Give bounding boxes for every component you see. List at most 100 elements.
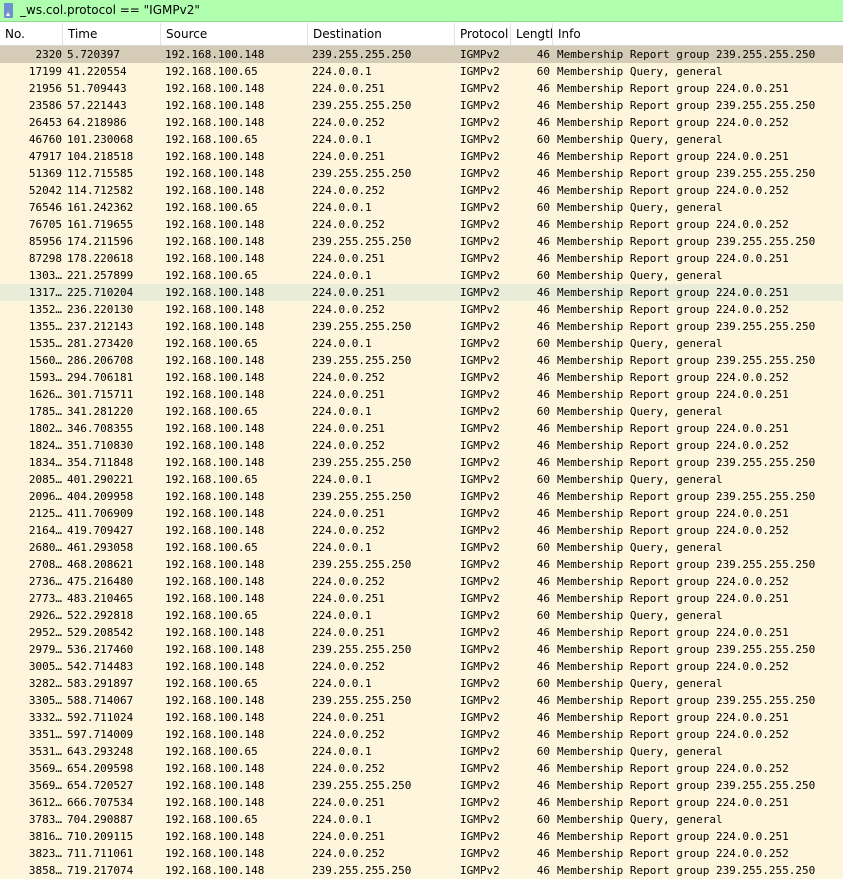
table-row[interactable]: 2979… 536.217460 192.168.100.148 239.255.25…	[0, 641, 843, 658]
table-row[interactable]: 1824… 351.710830 192.168.100.148 224.0.0.25…	[0, 437, 843, 454]
column-header-protocol[interactable]: Protocol	[455, 23, 511, 45]
table-row[interactable]: 1802… 346.708355 192.168.100.148 224.0.0.25…	[0, 420, 843, 437]
table-row[interactable]: 17199 41.220554 192.168.100.65 224.0.0.1 IGM…	[0, 63, 843, 80]
table-row[interactable]: 3005… 542.714483 192.168.100.148 224.0.0.25…	[0, 658, 843, 675]
packet-protocol: IGMPv2	[460, 99, 500, 112]
packet-protocol: IGMPv2	[460, 711, 500, 724]
table-row[interactable]: 3858… 719.217074 192.168.100.148 239.255.25…	[0, 862, 843, 879]
table-row[interactable]: 76705 161.719655 192.168.100.148 224.0.0.25…	[0, 216, 843, 233]
display-filter-input[interactable]: _ws.col.protocol == "IGMPv2"	[20, 3, 200, 17]
packet-list-header: No. Time Source Destination Protocol Len…	[0, 23, 843, 46]
table-row[interactable]: 2680… 461.293058 192.168.100.65 224.0.0.1 IG…	[0, 539, 843, 556]
packet-number: 1355…	[28, 320, 62, 333]
packet-protocol: IGMPv2	[460, 439, 500, 452]
table-row[interactable]: 1303… 221.257899 192.168.100.65 224.0.0.1 IG…	[0, 267, 843, 284]
column-header-no[interactable]: No.	[0, 23, 63, 45]
column-header-info[interactable]: Info	[553, 23, 843, 45]
table-row[interactable]: 26453 64.218986 192.168.100.148 224.0.0.252…	[0, 114, 843, 131]
bookmark-icon[interactable]	[4, 3, 13, 18]
table-row[interactable]: 3569… 654.720527 192.168.100.148 239.255.25…	[0, 777, 843, 794]
packet-info: Membership Report group 224.0.0.251	[557, 507, 789, 520]
column-header-destination[interactable]: Destination	[308, 23, 455, 45]
table-row[interactable]: 2952… 529.208542 192.168.100.148 224.0.0.25…	[0, 624, 843, 641]
packet-destination: 224.0.0.1	[312, 745, 372, 758]
packet-source: 192.168.100.65	[165, 541, 258, 554]
table-row[interactable]: 1355… 237.212143 192.168.100.148 239.255.25…	[0, 318, 843, 335]
table-row[interactable]: 23586 57.221443 192.168.100.148 239.255.255…	[0, 97, 843, 114]
table-row[interactable]: 3612… 666.707534 192.168.100.148 224.0.0.25…	[0, 794, 843, 811]
packet-info: Membership Query, general	[557, 405, 723, 418]
packet-destination: 224.0.0.251	[312, 507, 385, 520]
table-row[interactable]: 2085… 401.290221 192.168.100.65 224.0.0.1 IG…	[0, 471, 843, 488]
packet-protocol: IGMPv2	[460, 609, 500, 622]
packet-info: Membership Report group 224.0.0.252	[557, 184, 789, 197]
column-header-time[interactable]: Time	[63, 23, 161, 45]
packet-time: 41.220554	[67, 65, 127, 78]
table-row[interactable]: 85956 174.211596 192.168.100.148 239.255.25…	[0, 233, 843, 250]
packet-length: 46	[536, 592, 550, 605]
table-row[interactable]: 3332… 592.711024 192.168.100.148 224.0.0.25…	[0, 709, 843, 726]
table-row[interactable]: 1593… 294.706181 192.168.100.148 224.0.0.25…	[0, 369, 843, 386]
table-row[interactable]: 52042 114.712582 192.168.100.148 224.0.0.25…	[0, 182, 843, 199]
packet-protocol: IGMPv2	[460, 779, 500, 792]
table-row[interactable]: 3282… 583.291897 192.168.100.65 224.0.0.1 IG…	[0, 675, 843, 692]
packet-destination: 239.255.255.250	[312, 48, 412, 61]
packet-destination: 224.0.0.1	[312, 405, 372, 418]
packet-length: 46	[536, 303, 550, 316]
table-row[interactable]: 2773… 483.210465 192.168.100.148 224.0.0.25…	[0, 590, 843, 607]
packet-destination: 224.0.0.1	[312, 65, 372, 78]
packet-source: 192.168.100.148	[165, 779, 265, 792]
column-header-source[interactable]: Source	[161, 23, 308, 45]
packet-time: 64.218986	[67, 116, 127, 129]
packet-info: Membership Report group 224.0.0.251	[557, 422, 789, 435]
packet-source: 192.168.100.148	[165, 303, 265, 316]
table-row[interactable]: 2096… 404.209958 192.168.100.148 239.255.25…	[0, 488, 843, 505]
table-row[interactable]: 1535… 281.273420 192.168.100.65 224.0.0.1 IG…	[0, 335, 843, 352]
packet-destination: 239.255.255.250	[312, 167, 412, 180]
table-row[interactable]: 1785… 341.281220 192.168.100.65 224.0.0.1 IG…	[0, 403, 843, 420]
table-row[interactable]: 2164… 419.709427 192.168.100.148 224.0.0.25…	[0, 522, 843, 539]
packet-time: 719.217074	[67, 864, 134, 877]
table-row[interactable]: 1317… 225.710204 192.168.100.148 224.0.0.25…	[0, 284, 843, 301]
table-row[interactable]: 46760 101.230068 192.168.100.65 224.0.0.1 IG…	[0, 131, 843, 148]
packet-length: 46	[536, 490, 550, 503]
table-row[interactable]: 76546 161.242362 192.168.100.65 224.0.0.1 IG…	[0, 199, 843, 216]
packet-time: 57.221443	[67, 99, 127, 112]
table-row[interactable]: 47917 104.218518 192.168.100.148 224.0.0.25…	[0, 148, 843, 165]
packet-destination: 224.0.0.252	[312, 371, 385, 384]
display-filter-bar[interactable]: _ws.col.protocol == "IGMPv2"	[0, 0, 843, 22]
packet-time: 710.209115	[67, 830, 134, 843]
table-row[interactable]: 1352… 236.220130 192.168.100.148 224.0.0.25…	[0, 301, 843, 318]
packet-protocol: IGMPv2	[460, 541, 500, 554]
packet-source: 192.168.100.65	[165, 473, 258, 486]
table-row[interactable]: 2926… 522.292818 192.168.100.65 224.0.0.1 IG…	[0, 607, 843, 624]
packet-protocol: IGMPv2	[460, 626, 500, 639]
table-row[interactable]: 3531… 643.293248 192.168.100.65 224.0.0.1 IG…	[0, 743, 843, 760]
packet-protocol: IGMPv2	[460, 643, 500, 656]
table-row[interactable]: 1560… 286.206708 192.168.100.148 239.255.25…	[0, 352, 843, 369]
table-row[interactable]: 2736… 475.216480 192.168.100.148 224.0.0.25…	[0, 573, 843, 590]
packet-protocol: IGMPv2	[460, 847, 500, 860]
packet-destination: 224.0.0.1	[312, 473, 372, 486]
table-row[interactable]: 2708… 468.208621 192.168.100.148 239.255.25…	[0, 556, 843, 573]
packet-time: 114.712582	[67, 184, 134, 197]
table-row[interactable]: 21956 51.709443 192.168.100.148 224.0.0.251…	[0, 80, 843, 97]
table-row[interactable]: 3305… 588.714067 192.168.100.148 239.255.25…	[0, 692, 843, 709]
table-row[interactable]: 3783… 704.290887 192.168.100.65 224.0.0.1 IG…	[0, 811, 843, 828]
table-row[interactable]: 1626… 301.715711 192.168.100.148 224.0.0.25…	[0, 386, 843, 403]
packet-length: 46	[536, 320, 550, 333]
packet-length: 46	[536, 762, 550, 775]
column-header-length[interactable]: Lengtl	[511, 23, 553, 45]
packet-time: 588.714067	[67, 694, 134, 707]
packet-length: 46	[536, 354, 550, 367]
table-row[interactable]: 3569… 654.209598 192.168.100.148 224.0.0.25…	[0, 760, 843, 777]
table-row[interactable]: 87298 178.220618 192.168.100.148 224.0.0.25…	[0, 250, 843, 267]
table-row[interactable]: 3816… 710.209115 192.168.100.148 224.0.0.25…	[0, 828, 843, 845]
table-row[interactable]: 1834… 354.711848 192.168.100.148 239.255.25…	[0, 454, 843, 471]
table-row[interactable]: 2125… 411.706909 192.168.100.148 224.0.0.25…	[0, 505, 843, 522]
table-row[interactable]: 51369 112.715585 192.168.100.148 239.255.25…	[0, 165, 843, 182]
table-row[interactable]: 2320 5.720397 192.168.100.148 239.255.255.2…	[0, 46, 843, 63]
packet-length: 46	[536, 524, 550, 537]
table-row[interactable]: 3823… 711.711061 192.168.100.148 224.0.0.25…	[0, 845, 843, 862]
table-row[interactable]: 3351… 597.714009 192.168.100.148 224.0.0.25…	[0, 726, 843, 743]
